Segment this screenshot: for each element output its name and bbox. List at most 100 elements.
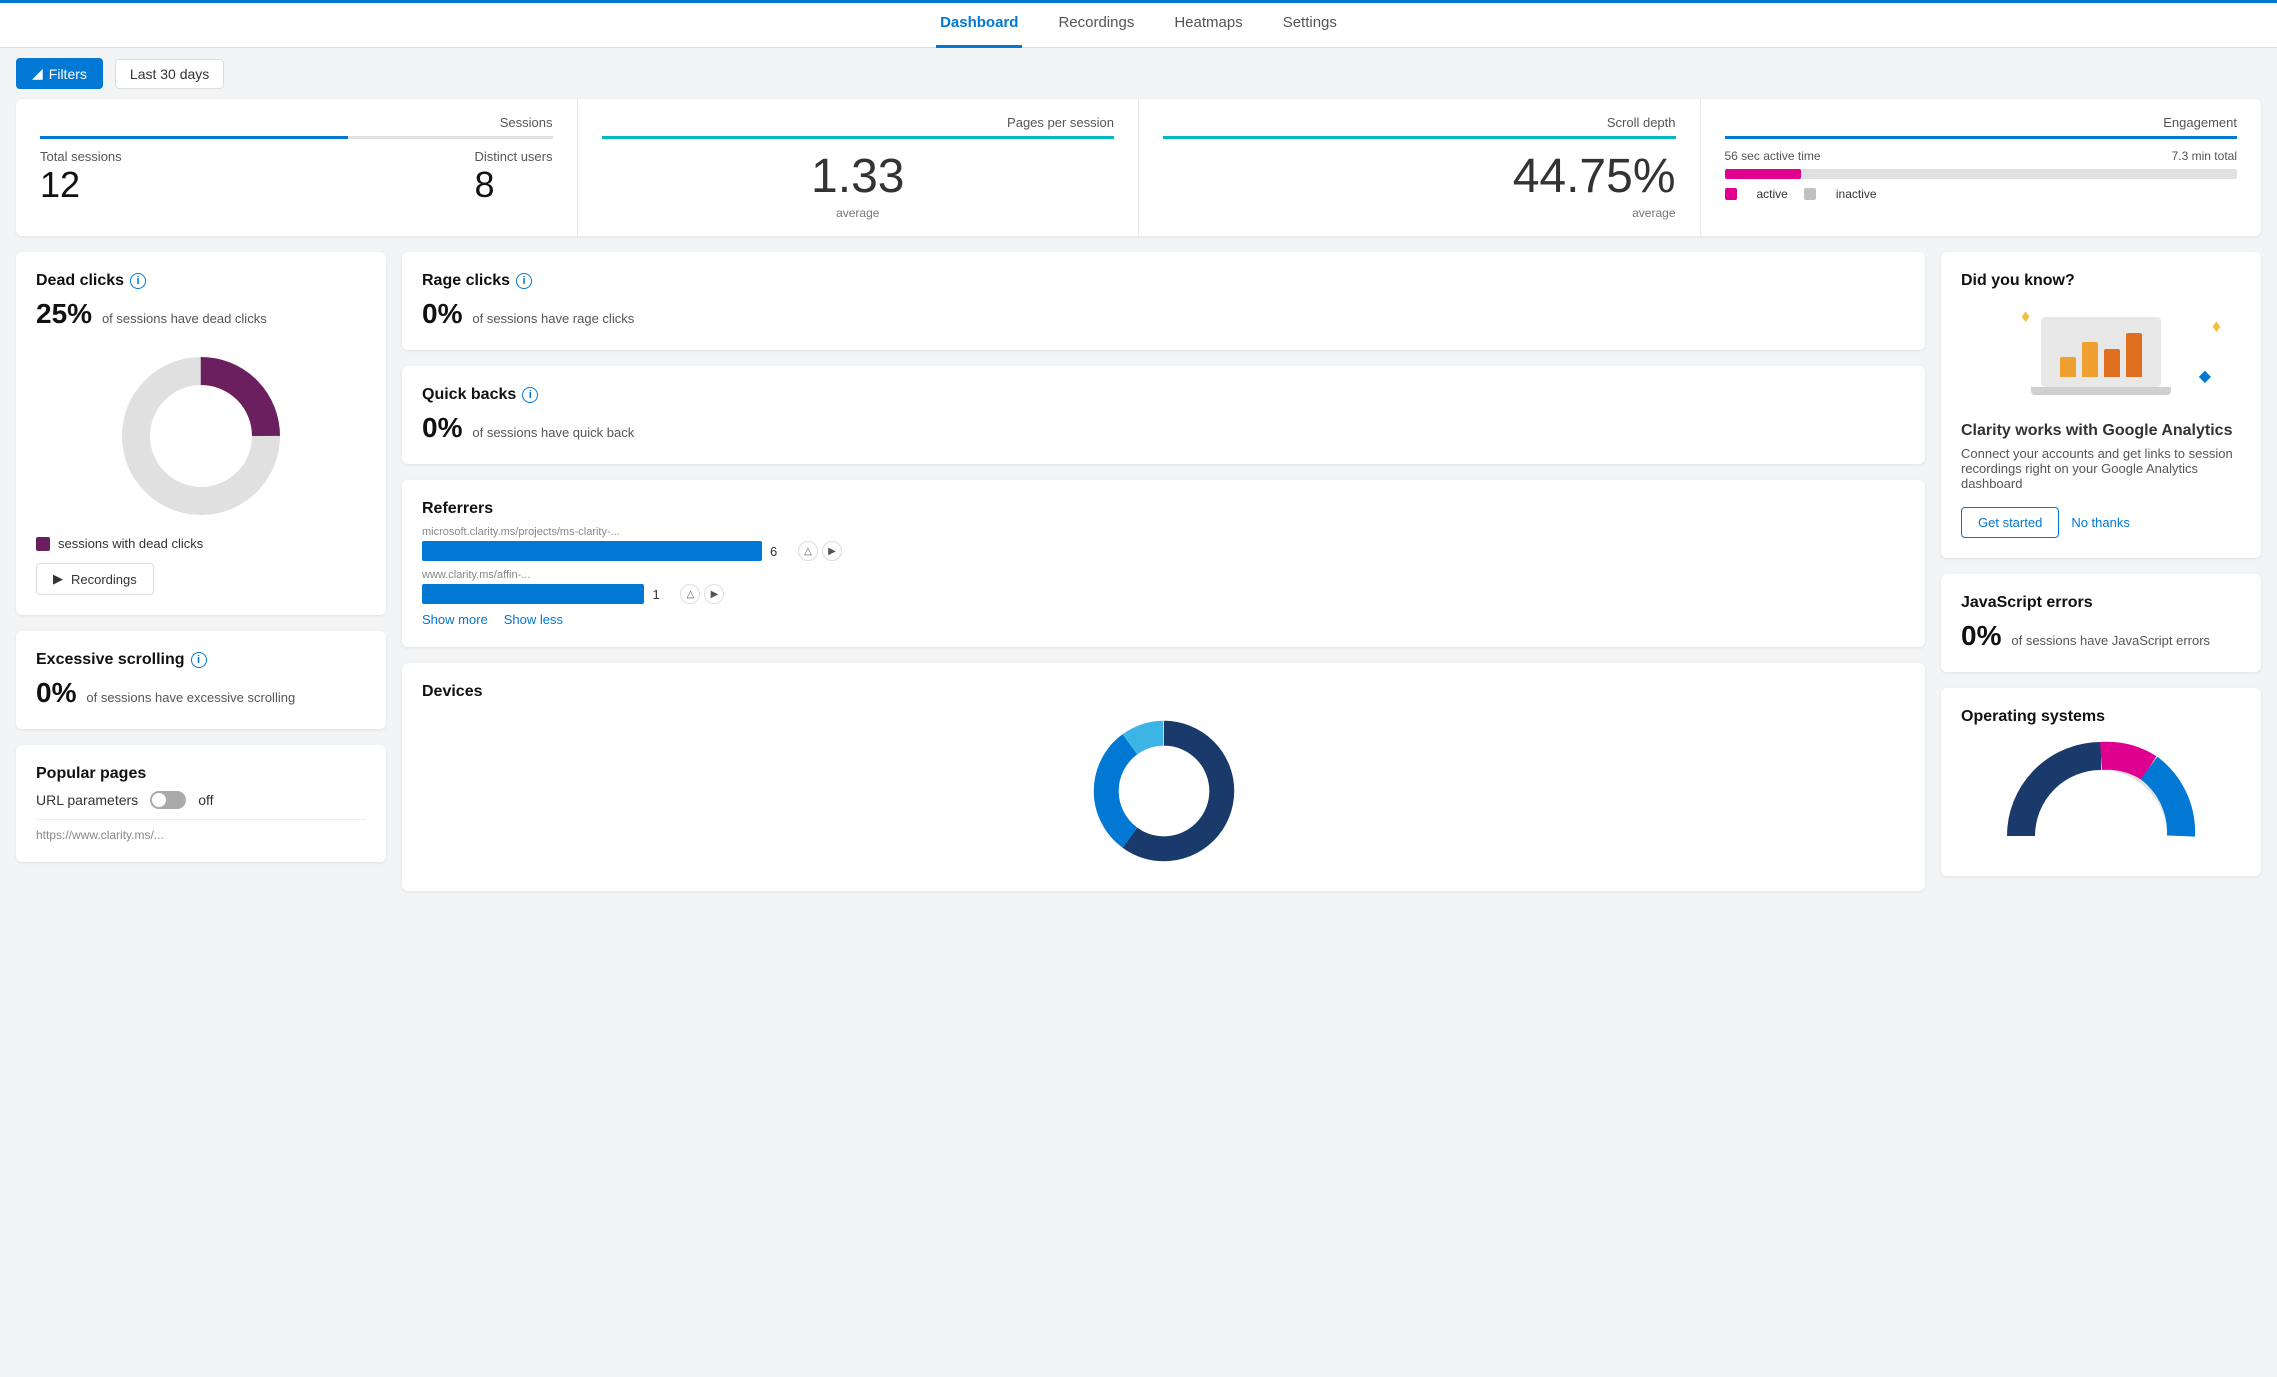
dead-clicks-desc: of sessions have dead clicks [102,311,267,326]
javascript-errors-card: JavaScript errors 0% of sessions have Ja… [1941,574,2261,672]
no-thanks-button[interactable]: No thanks [2071,515,2130,530]
url-params-toggle[interactable] [150,791,186,809]
javascript-errors-title: JavaScript errors [1961,594,2241,612]
referrer-recording-icon-2[interactable]: ▶ [704,584,724,604]
os-donut-container [1961,736,2241,856]
sparkle-icon-2: ♦ [2212,316,2221,337]
scroll-depth-block: Scroll depth 44.75% average [1139,99,1701,236]
filters-button[interactable]: ◢ Filters [16,58,103,89]
sessions-row: Total sessions 12 Distinct users 8 [40,149,553,206]
referrer-recording-icon-1[interactable]: ▶ [822,541,842,561]
dead-clicks-info-icon[interactable]: i [130,273,146,289]
top-navigation: Dashboard Recordings Heatmaps Settings [0,0,2277,48]
sessions-block: Sessions Total sessions 12 Distinct user… [16,99,578,236]
excessive-scrolling-card: Excessive scrolling i 0% of sessions hav… [16,631,386,729]
recordings-icon: ▶ [53,571,63,587]
dead-clicks-stat: 25% of sessions have dead clicks [36,298,366,330]
quick-backs-info-icon[interactable]: i [522,387,538,403]
referrer-count-1: 6 [770,544,790,559]
rage-clicks-percent: 0% [422,298,462,329]
rage-clicks-desc: of sessions have rage clicks [472,311,634,326]
quick-backs-card: Quick backs i 0% of sessions have quick … [402,366,1925,464]
laptop-illustration [2031,317,2171,395]
url-params-value: off [198,792,213,808]
scroll-depth-avg: average [1163,206,1676,220]
engagement-bar [1725,169,2238,179]
referrer-bar-row-1: 6 △ ▶ [422,541,1905,561]
dead-clicks-donut-chart [111,346,291,526]
left-column: Dead clicks i 25% of sessions have dead … [16,252,386,891]
inactive-dot [1804,188,1816,200]
nav-dashboard[interactable]: Dashboard [936,0,1022,48]
dead-clicks-percent: 25% [36,298,92,329]
filter-icon: ◢ [32,65,43,82]
total-sessions-group: Total sessions 12 [40,149,122,206]
dead-clicks-title: Dead clicks i [36,272,366,290]
pages-divider [602,136,1115,139]
devices-title: Devices [422,683,1905,701]
bar-2 [2082,342,2098,377]
popular-pages-url-hint: https://www.clarity.ms/... [36,819,366,842]
excessive-scrolling-info-icon[interactable]: i [191,652,207,668]
nav-settings[interactable]: Settings [1279,0,1341,48]
referrer-url-1: microsoft.clarity.ms/projects/ms-clarity… [422,526,1905,538]
referrer-row-2: www.clarity.ms/affin-... 1 △ ▶ [422,569,1905,604]
pages-per-session-block: Pages per session 1.33 average [578,99,1140,236]
center-column: Rage clicks i 0% of sessions have rage c… [402,252,1925,891]
referrer-icons-1: △ ▶ [798,541,842,561]
nav-heatmaps[interactable]: Heatmaps [1170,0,1246,48]
get-started-button[interactable]: Get started [1961,507,2059,538]
total-sessions-label: Total sessions [40,149,122,164]
sparkle-blue-icon: ◆ [2199,366,2211,386]
referrers-title: Referrers [422,500,1905,518]
engagement-bar-fill [1725,169,1802,179]
dyk-card-desc: Connect your accounts and get links to s… [1961,446,2241,491]
active-dot [1725,188,1737,200]
dyk-bar-chart [2060,327,2142,377]
engagement-divider [1725,136,2238,139]
dead-clicks-card: Dead clicks i 25% of sessions have dead … [16,252,386,615]
referrer-icons-2: △ ▶ [680,584,724,604]
popular-pages-card: Popular pages URL parameters off https:/… [16,745,386,862]
laptop-base [2031,387,2171,395]
did-you-know-card: Did you know? ♦ ♦ [1941,252,2261,558]
engagement-active-time: 56 sec active time [1725,149,1821,163]
operating-systems-title: Operating systems [1961,708,2241,726]
referrer-url-2: www.clarity.ms/affin-... [422,569,1905,581]
excessive-scrolling-desc: of sessions have excessive scrolling [86,690,295,705]
url-params-label: URL parameters [36,792,138,808]
referrer-heatmap-icon-2[interactable]: △ [680,584,700,604]
rage-clicks-info-icon[interactable]: i [516,273,532,289]
total-sessions-value: 12 [40,164,122,206]
date-range-button[interactable]: Last 30 days [115,59,224,89]
dyk-card-title: Clarity works with Google Analytics [1961,422,2241,440]
show-more-link[interactable]: Show more [422,612,488,627]
quick-backs-title: Quick backs i [422,386,1905,404]
distinct-users-value: 8 [474,164,552,206]
operating-systems-card: Operating systems [1941,688,2261,876]
main-content: Dead clicks i 25% of sessions have dead … [0,252,2277,907]
sparkle-icon-1: ♦ [2021,306,2030,327]
dyk-illustration: ♦ ♦ ◆ [1961,306,2241,406]
popular-pages-title: Popular pages [36,765,366,783]
url-params-row: URL parameters off [36,791,366,809]
bar-1 [2060,357,2076,377]
stats-row: Sessions Total sessions 12 Distinct user… [16,99,2261,236]
engagement-times: 56 sec active time 7.3 min total [1725,149,2238,163]
devices-donut-chart [1074,711,1254,871]
referrer-bar-row-2: 1 △ ▶ [422,584,1905,604]
did-you-know-title: Did you know? [1961,272,2241,290]
nav-recordings[interactable]: Recordings [1054,0,1138,48]
show-less-link[interactable]: Show less [504,612,563,627]
bar-3 [2104,349,2120,377]
dead-clicks-legend-box [36,537,50,551]
pages-per-session-avg: average [602,206,1115,220]
javascript-errors-desc: of sessions have JavaScript errors [2011,633,2210,648]
engagement-total-time: 7.3 min total [2172,149,2237,163]
active-label: active [1757,187,1788,201]
engagement-legend: active inactive [1725,187,2238,201]
referrer-heatmap-icon-1[interactable]: △ [798,541,818,561]
scroll-depth-value: 44.75% [1163,149,1676,204]
right-column: Did you know? ♦ ♦ [1941,252,2261,891]
recordings-button[interactable]: ▶ Recordings [36,563,154,595]
